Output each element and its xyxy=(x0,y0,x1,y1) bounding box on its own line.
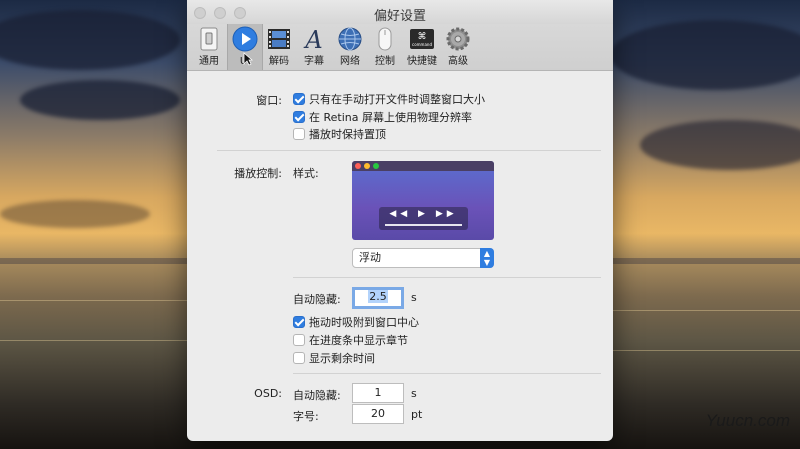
tab-network[interactable]: 网络 xyxy=(334,24,366,70)
preferences-window: 偏好设置 通用 UI 解码 xyxy=(187,0,613,441)
osc-style-preview: ◀◀ ▶ ▶▶ xyxy=(352,161,494,240)
globe-icon xyxy=(338,27,362,51)
osc-style-select[interactable]: 浮动 ▲ ▼ xyxy=(352,248,494,268)
preview-floating-controller: ◀◀ ▶ ▶▶ xyxy=(379,207,468,230)
tab-advanced[interactable]: 高级 xyxy=(443,24,473,70)
tab-shortcuts[interactable]: ⌘ command 快捷键 xyxy=(402,24,442,70)
preview-minimize-dot xyxy=(364,163,370,169)
title-bar[interactable]: 偏好设置 xyxy=(187,0,613,24)
osd-label: OSD: xyxy=(254,387,282,400)
preview-close-dot xyxy=(355,163,361,169)
unit-label: pt xyxy=(411,408,423,421)
separator xyxy=(217,150,601,151)
tab-label: 控制 xyxy=(375,56,395,67)
font-a-icon: A xyxy=(303,26,322,52)
checkbox-label: 播放时保持置顶 xyxy=(309,128,386,141)
checkbox-label: 在进度条中显示章节 xyxy=(309,334,408,347)
water-reflection xyxy=(0,340,187,341)
svg-text:command: command xyxy=(412,42,432,47)
separator xyxy=(293,277,601,278)
cloud xyxy=(20,80,180,120)
unit-label: s xyxy=(411,387,417,400)
snap-to-center-checkbox[interactable] xyxy=(293,316,305,328)
window-title: 偏好设置 xyxy=(373,9,426,24)
osd-autohide-label: 自动隐藏: xyxy=(293,389,341,402)
checkbox-label: 拖动时吸附到窗口中心 xyxy=(309,316,419,329)
tab-label: 快捷键 xyxy=(407,56,437,67)
window-section-label: 窗口: xyxy=(256,94,282,107)
separator xyxy=(293,373,601,374)
tab-label: 字幕 xyxy=(304,56,324,67)
tab-decoding[interactable]: 解码 xyxy=(264,24,294,70)
osd-fontsize-input[interactable]: 20 xyxy=(352,404,404,424)
osd-fontsize-label: 字号: xyxy=(293,410,319,423)
keep-on-top-checkbox[interactable] xyxy=(293,128,305,140)
playback-control-label: 播放控制: xyxy=(234,167,282,180)
preview-progress-track xyxy=(385,224,462,226)
mouse-pointer-icon xyxy=(243,52,253,66)
retina-physical-resolution-checkbox[interactable] xyxy=(293,111,305,123)
preview-titlebar xyxy=(352,161,494,171)
command-key-icon: ⌘ command xyxy=(410,29,434,49)
water-reflection xyxy=(0,300,187,301)
checkbox-label: 只有在手动打开文件时调整窗口大小 xyxy=(309,93,485,106)
tab-label: 解码 xyxy=(269,56,289,67)
play-circle-icon xyxy=(232,26,258,52)
water-reflection xyxy=(613,310,800,311)
autohide-label: 自动隐藏: xyxy=(293,293,341,306)
cloud xyxy=(0,200,150,228)
svg-text:A: A xyxy=(303,26,322,52)
chevron-up-down-icon: ▲ ▼ xyxy=(480,248,494,268)
show-remaining-time-checkbox[interactable] xyxy=(293,352,305,364)
osc-autohide-input[interactable]: 2.5 xyxy=(352,287,404,309)
cloud xyxy=(640,120,800,170)
cloud xyxy=(0,10,180,70)
tab-label: 高级 xyxy=(448,56,468,67)
preview-playback-glyphs: ◀◀ ▶ ▶▶ xyxy=(389,209,458,219)
preview-zoom-dot xyxy=(373,163,379,169)
resize-only-manual-open-checkbox[interactable] xyxy=(293,93,305,105)
general-switch-icon xyxy=(200,27,218,51)
style-label: 样式: xyxy=(293,167,319,180)
cloud xyxy=(610,20,800,90)
unit-label: s xyxy=(411,291,417,304)
tab-label: 网络 xyxy=(340,56,360,67)
mouse-icon xyxy=(378,27,392,51)
gear-icon xyxy=(446,27,470,51)
show-chapters-checkbox[interactable] xyxy=(293,334,305,346)
film-strip-icon xyxy=(268,29,290,49)
water-reflection xyxy=(613,350,800,351)
tab-subtitles[interactable]: A 字幕 xyxy=(299,24,329,70)
watermark: Yuucn.com xyxy=(705,411,790,430)
checkbox-label: 显示剩余时间 xyxy=(309,352,375,365)
tab-label: 通用 xyxy=(199,56,219,67)
ui-preferences-panel: 窗口: 只有在手动打开文件时调整窗口大小 在 Retina 屏幕上使用物理分辨率… xyxy=(187,71,613,441)
preferences-toolbar: 通用 UI 解码 A 字幕 xyxy=(187,24,613,71)
select-value: 浮动 xyxy=(359,251,381,264)
checkbox-label: 在 Retina 屏幕上使用物理分辨率 xyxy=(309,111,472,124)
tab-control[interactable]: 控制 xyxy=(371,24,399,70)
tab-general[interactable]: 通用 xyxy=(190,24,228,70)
osd-autohide-input[interactable]: 1 xyxy=(352,383,404,403)
svg-text:⌘: ⌘ xyxy=(418,32,427,42)
